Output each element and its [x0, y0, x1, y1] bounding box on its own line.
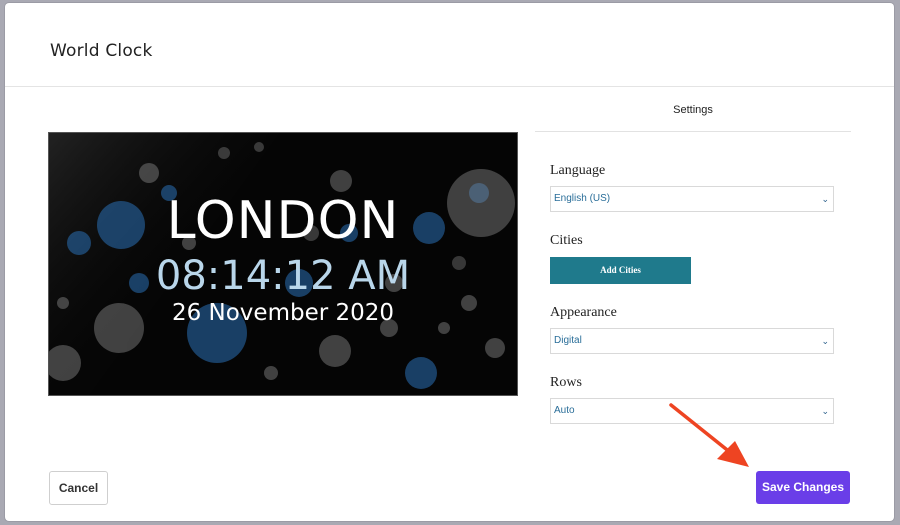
preview-city: LONDON [166, 191, 400, 251]
cancel-button[interactable]: Cancel [49, 471, 108, 505]
rows-select-value: Auto [554, 405, 575, 416]
appearance-label: Appearance [550, 305, 617, 320]
chevron-down-icon: ⌄ [821, 336, 829, 346]
preview-time: 08:14:12 AM [155, 253, 411, 299]
add-cities-button[interactable]: Add Cities [550, 257, 691, 284]
world-clock-modal: World Clock LONDON 08:14:12 AM 26 Novemb… [5, 3, 894, 521]
settings-heading: Settings [535, 104, 851, 132]
language-select[interactable]: English (US) ⌄ [550, 186, 834, 212]
appearance-select[interactable]: Digital ⌄ [550, 328, 834, 354]
save-changes-button[interactable]: Save Changes [756, 471, 850, 504]
rows-label: Rows [550, 375, 582, 390]
chevron-down-icon: ⌄ [821, 194, 829, 204]
cities-label: Cities [550, 233, 583, 248]
language-label: Language [550, 163, 606, 178]
appearance-select-value: Digital [554, 335, 582, 346]
chevron-down-icon: ⌄ [821, 406, 829, 416]
modal-title: World Clock [50, 41, 153, 61]
annotation-arrow-icon [669, 403, 749, 467]
modal-header: World Clock [5, 3, 894, 87]
clock-preview: LONDON 08:14:12 AM 26 November 2020 [48, 132, 518, 396]
preview-date: 26 November 2020 [171, 300, 395, 326]
language-select-value: English (US) [554, 193, 611, 204]
